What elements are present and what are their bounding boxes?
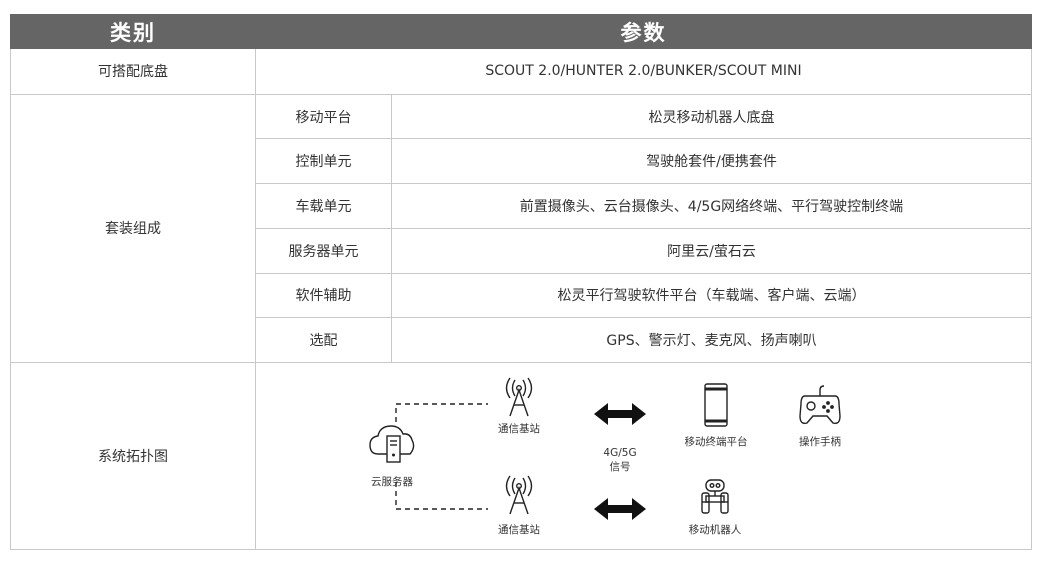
header-params: 参数 <box>255 14 1032 49</box>
double-arrow-icon <box>594 498 646 521</box>
chassis-row: 可搭配底盘 SCOUT 2.0/HUNTER 2.0/BUNKER/SCOUT … <box>10 48 1032 95</box>
dashed-link-top <box>395 403 488 423</box>
header-category: 类别 <box>10 14 256 49</box>
terminal-label: 移动终端平台 <box>685 435 748 448</box>
kit-item-label: 移动平台 <box>255 93 392 140</box>
robot-label: 移动机器人 <box>689 523 742 536</box>
kit-item-label: 控制单元 <box>255 138 392 185</box>
kit-item-label: 选配 <box>255 317 392 363</box>
kit-item-value: 松灵移动机器人底盘 <box>391 93 1032 140</box>
kit-item-label: 软件辅助 <box>255 272 392 319</box>
cell-tower-icon <box>505 378 533 417</box>
signal-label-line2: 信号 <box>610 461 631 473</box>
topology-diagram-cell: 云服务器 通信基站 通信基站 4G/5G 信号 移动终端平台 操作手柄 移动机器… <box>255 361 1032 551</box>
kit-item-value: 前置摄像头、云台摄像头、4/5G网络终端、平行驾驶控制终端 <box>391 183 1032 229</box>
chassis-value: SCOUT 2.0/HUNTER 2.0/BUNKER/SCOUT MINI <box>255 48 1032 95</box>
signal-label-line1: 4G/5G <box>603 447 636 459</box>
topology-label: 系统拓扑图 <box>10 361 256 551</box>
gamepad-icon <box>799 385 841 425</box>
kit-item-value: GPS、警示灯、麦克风、扬声喇叭 <box>391 317 1032 363</box>
kit-item-value: 驾驶舱套件/便携套件 <box>391 138 1032 185</box>
station-top-label: 通信基站 <box>498 422 540 435</box>
gamepad-label: 操作手柄 <box>799 435 841 448</box>
kit-item-label: 服务器单元 <box>255 227 392 274</box>
tablet-icon <box>704 383 728 428</box>
cell-tower-icon <box>505 476 533 515</box>
kit-row-platform: 套装组成 移动平台 松灵移动机器人底盘 <box>10 93 1032 363</box>
double-arrow-icon <box>594 403 646 426</box>
header-row: 类别 参数 <box>10 14 1032 49</box>
topology-row: 系统拓扑图 云服务器 通信基站 通信基站 4G/5G 信号 移动终端平台 操作手… <box>10 361 1032 551</box>
server-label: 云服务器 <box>371 475 413 488</box>
kit-item-label: 车载单元 <box>255 183 392 229</box>
cloud-server-icon <box>369 425 415 464</box>
kit-item-value: 阿里云/萤石云 <box>391 227 1032 274</box>
kit-label: 套装组成 <box>10 93 256 363</box>
kit-item-value: 松灵平行驾驶软件平台（车载端、客户端、云端） <box>391 272 1032 319</box>
topology-diagram: 云服务器 通信基站 通信基站 4G/5G 信号 移动终端平台 操作手柄 移动机器… <box>369 378 841 536</box>
chassis-label: 可搭配底盘 <box>10 48 256 95</box>
spec-table: 类别 参数 可搭配底盘 SCOUT 2.0/HUNTER 2.0/BUNKER/… <box>10 14 1032 551</box>
robot-icon <box>701 479 729 515</box>
station-bottom-label: 通信基站 <box>498 523 540 536</box>
